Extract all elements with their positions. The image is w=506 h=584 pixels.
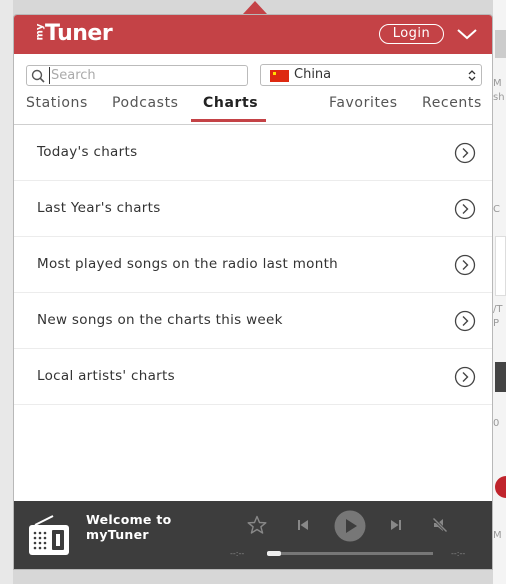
skip-next-icon xyxy=(391,520,401,530)
chart-item-most-played[interactable]: Most played songs on the radio last mont… xyxy=(14,237,492,293)
mytuner-logo: my Tuner xyxy=(34,21,113,46)
tab-charts[interactable]: Charts xyxy=(203,95,258,111)
player-title: Welcome to myTuner xyxy=(86,512,172,542)
header: my Tuner Login xyxy=(14,15,492,54)
skip-previous-icon xyxy=(298,520,308,530)
updown-arrows-icon xyxy=(468,70,476,81)
time-total: --:-- xyxy=(451,549,466,558)
chart-item-label: New songs on the charts this week xyxy=(37,312,283,328)
play-button[interactable] xyxy=(334,510,366,542)
chevron-right-circle-icon xyxy=(454,198,476,220)
tab-bar: Stations Podcasts Charts Favorites Recen… xyxy=(14,92,492,125)
favorite-button[interactable] xyxy=(247,515,267,535)
mute-button[interactable] xyxy=(432,517,448,533)
chart-item-today[interactable]: Today's charts xyxy=(14,125,492,181)
background-fragment: P xyxy=(493,318,500,329)
chevron-right-circle-icon xyxy=(454,310,476,332)
mytuner-popup: my Tuner Login China Stations xyxy=(13,14,493,570)
country-selected-label: China xyxy=(294,67,332,82)
chevron-right-circle-icon xyxy=(454,142,476,164)
charts-list: Today's charts Last Year's charts Most p… xyxy=(14,125,492,405)
chart-item-label: Local artists' charts xyxy=(37,368,175,384)
background-thumbnail xyxy=(495,30,506,58)
chart-item-new-songs[interactable]: New songs on the charts this week xyxy=(14,293,492,349)
next-button[interactable] xyxy=(390,519,402,531)
tab-recents[interactable]: Recents xyxy=(422,95,482,111)
player-title-line1: Welcome to xyxy=(86,512,172,527)
player-title-line2: myTuner xyxy=(86,527,149,542)
background-logo xyxy=(495,476,506,498)
chevron-down-icon xyxy=(457,29,477,40)
progress-bar[interactable] xyxy=(267,551,433,556)
tab-stations[interactable]: Stations xyxy=(26,95,88,111)
background-page-left xyxy=(0,0,13,584)
search-icon xyxy=(31,69,45,83)
country-select[interactable]: China xyxy=(260,64,482,86)
background-fragment: M xyxy=(493,78,502,89)
chart-item-label: Last Year's charts xyxy=(37,200,161,216)
chart-item-label: Today's charts xyxy=(37,144,138,160)
tab-podcasts[interactable]: Podcasts xyxy=(112,95,179,111)
chart-item-label: Most played songs on the radio last mont… xyxy=(37,256,339,272)
time-elapsed: --:-- xyxy=(230,549,245,558)
search-row: China xyxy=(14,54,492,92)
menu-toggle-button[interactable] xyxy=(456,26,478,42)
background-thumbnail xyxy=(495,236,506,296)
login-button[interactable]: Login xyxy=(379,24,444,44)
chart-item-local-artists[interactable]: Local artists' charts xyxy=(14,349,492,405)
chevron-right-circle-icon xyxy=(454,366,476,388)
player-bar: Welcome to myTuner --:-- --:-- xyxy=(14,501,492,569)
speaker-muted-icon xyxy=(432,517,448,533)
star-icon xyxy=(247,515,267,534)
background-fragment: sh xyxy=(493,92,505,103)
progress-handle[interactable] xyxy=(267,551,281,556)
popup-arrow xyxy=(243,1,267,14)
background-fragment: 0 xyxy=(493,418,500,429)
play-icon xyxy=(334,510,366,542)
china-flag-icon xyxy=(270,70,289,82)
previous-button[interactable] xyxy=(297,519,309,531)
chart-item-last-year[interactable]: Last Year's charts xyxy=(14,181,492,237)
background-fragment: /T xyxy=(493,304,503,315)
background-fragment: C xyxy=(493,204,500,215)
logo-prefix: my xyxy=(34,23,46,41)
search-input[interactable] xyxy=(49,67,244,84)
chevron-right-circle-icon xyxy=(454,254,476,276)
radio-icon xyxy=(29,515,69,555)
background-fragment: M xyxy=(493,530,502,541)
active-tab-indicator xyxy=(191,119,266,122)
tab-favorites[interactable]: Favorites xyxy=(329,95,398,111)
logo-name: Tuner xyxy=(45,21,113,46)
search-box xyxy=(26,65,248,86)
background-thumbnail xyxy=(495,362,506,392)
background-page-right: M sh C /T P 0 M xyxy=(493,0,506,584)
